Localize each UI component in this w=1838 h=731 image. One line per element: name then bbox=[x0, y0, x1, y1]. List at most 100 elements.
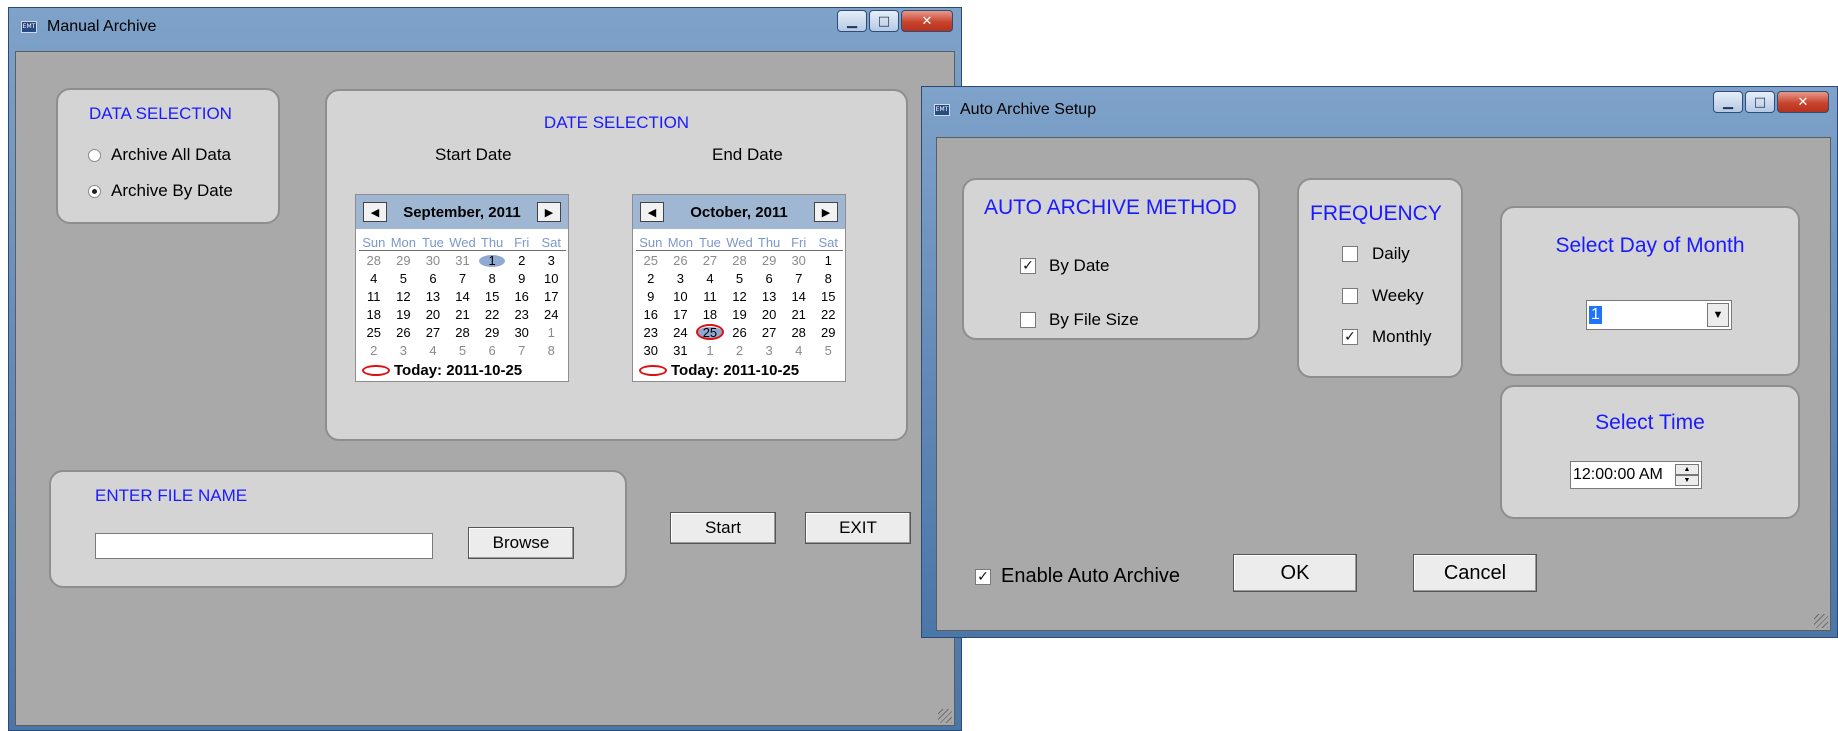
calendar-day[interactable]: 16 bbox=[507, 288, 537, 306]
calendar-day[interactable]: 2 bbox=[636, 270, 666, 288]
calendar-day[interactable]: 25 bbox=[636, 252, 666, 270]
calendar-day[interactable]: 30 bbox=[784, 252, 814, 270]
check-icon[interactable]: ✓ bbox=[1020, 258, 1036, 274]
calendar-day[interactable]: 24 bbox=[536, 306, 566, 324]
today-link[interactable]: Today: 2011-10-25 bbox=[362, 362, 522, 379]
calendar-day[interactable]: 8 bbox=[536, 342, 566, 360]
end-date-calendar[interactable]: ◀ October, 2011 ▶ Sun Mon Tue Wed Thu Fr… bbox=[632, 194, 846, 382]
radio-button-selected[interactable] bbox=[88, 184, 101, 198]
calendar-day[interactable]: 26 bbox=[725, 324, 755, 342]
calendar-day[interactable]: 10 bbox=[536, 270, 566, 288]
calendar-day[interactable]: 5 bbox=[725, 270, 755, 288]
calendar-day[interactable]: 12 bbox=[725, 288, 755, 306]
by-file-size-checkbox[interactable]: By File Size bbox=[1020, 310, 1139, 330]
resize-grip-icon[interactable] bbox=[938, 709, 952, 723]
calendar-day[interactable]: 4 bbox=[784, 342, 814, 360]
calendar-day[interactable]: 4 bbox=[418, 342, 448, 360]
chevron-left-icon[interactable]: ◀ bbox=[363, 202, 387, 222]
exit-button[interactable]: EXIT bbox=[805, 512, 911, 544]
calendar-day[interactable]: 1 bbox=[813, 252, 843, 270]
calendar-day[interactable]: 9 bbox=[636, 288, 666, 306]
checkbox-empty[interactable] bbox=[1342, 288, 1358, 304]
calendar-day[interactable]: 6 bbox=[477, 342, 507, 360]
weekly-checkbox[interactable]: Weeky bbox=[1342, 286, 1424, 306]
calendar-day[interactable]: 11 bbox=[695, 288, 725, 306]
calendar-day[interactable]: 3 bbox=[754, 342, 784, 360]
browse-button[interactable]: Browse bbox=[468, 527, 574, 559]
minimize-icon[interactable]: ▁ bbox=[837, 10, 867, 32]
calendar-day[interactable]: 15 bbox=[477, 288, 507, 306]
calendar-day[interactable]: 27 bbox=[695, 252, 725, 270]
ok-button[interactable]: OK bbox=[1233, 554, 1357, 592]
calendar-day[interactable]: 9 bbox=[507, 270, 537, 288]
maximize-icon[interactable]: □ bbox=[869, 10, 899, 32]
spin-down-icon[interactable]: ▼ bbox=[1675, 475, 1699, 486]
calendar-day[interactable]: 29 bbox=[389, 252, 419, 270]
calendar-day[interactable]: 1 bbox=[536, 324, 566, 342]
calendar-day[interactable]: 27 bbox=[418, 324, 448, 342]
calendar-day[interactable]: 29 bbox=[477, 324, 507, 342]
calendar-day[interactable]: 7 bbox=[448, 270, 478, 288]
daily-checkbox[interactable]: Daily bbox=[1342, 244, 1410, 264]
calendar-day[interactable]: 3 bbox=[666, 270, 696, 288]
close-icon[interactable]: ✕ bbox=[901, 10, 953, 32]
calendar-day[interactable]: 22 bbox=[813, 306, 843, 324]
calendar-day[interactable]: 17 bbox=[666, 306, 696, 324]
spin-up-icon[interactable]: ▲ bbox=[1675, 464, 1699, 475]
calendar-day[interactable]: 7 bbox=[507, 342, 537, 360]
calendar-day[interactable]: 21 bbox=[784, 306, 814, 324]
calendar-day[interactable]: 10 bbox=[666, 288, 696, 306]
calendar-day[interactable]: 17 bbox=[536, 288, 566, 306]
manual-archive-titlebar[interactable]: EMT Manual Archive ▁ □ ✕ bbox=[9, 8, 961, 46]
calendar-day[interactable]: 14 bbox=[448, 288, 478, 306]
minimize-icon[interactable]: ▁ bbox=[1713, 91, 1743, 113]
calendar-day[interactable]: 1 bbox=[477, 252, 507, 270]
checkbox-empty[interactable] bbox=[1020, 312, 1036, 328]
chevron-right-icon[interactable]: ▶ bbox=[814, 202, 838, 222]
calendar-day[interactable]: 18 bbox=[359, 306, 389, 324]
calendar-day[interactable]: 20 bbox=[754, 306, 784, 324]
calendar-day[interactable]: 19 bbox=[389, 306, 419, 324]
calendar-day[interactable]: 2 bbox=[359, 342, 389, 360]
calendar-day[interactable]: 24 bbox=[666, 324, 696, 342]
check-icon[interactable]: ✓ bbox=[975, 568, 991, 585]
calendar-day[interactable]: 18 bbox=[695, 306, 725, 324]
calendar-day[interactable]: 2 bbox=[507, 252, 537, 270]
check-icon[interactable]: ✓ bbox=[1342, 329, 1358, 345]
calendar-day[interactable]: 31 bbox=[448, 252, 478, 270]
calendar-day[interactable]: 1 bbox=[695, 342, 725, 360]
calendar-day[interactable]: 29 bbox=[813, 324, 843, 342]
day-of-month-select[interactable]: 1 ▼ bbox=[1586, 300, 1732, 330]
calendar-day[interactable]: 3 bbox=[536, 252, 566, 270]
calendar-day[interactable]: 30 bbox=[507, 324, 537, 342]
calendar-day[interactable]: 22 bbox=[477, 306, 507, 324]
today-link[interactable]: Today: 2011-10-25 bbox=[639, 362, 799, 379]
calendar-day[interactable]: 29 bbox=[754, 252, 784, 270]
resize-grip-icon[interactable] bbox=[1814, 614, 1828, 628]
calendar-day[interactable]: 6 bbox=[418, 270, 448, 288]
calendar-day[interactable]: 28 bbox=[448, 324, 478, 342]
radio-archive-all[interactable]: Archive All Data bbox=[88, 145, 231, 165]
calendar-day[interactable]: 7 bbox=[784, 270, 814, 288]
calendar-day[interactable]: 12 bbox=[389, 288, 419, 306]
calendar-day[interactable]: 13 bbox=[754, 288, 784, 306]
calendar-day[interactable]: 26 bbox=[389, 324, 419, 342]
calendar-day[interactable]: 19 bbox=[725, 306, 755, 324]
close-icon[interactable]: ✕ bbox=[1777, 91, 1829, 113]
calendar-day[interactable]: 28 bbox=[725, 252, 755, 270]
calendar-day[interactable]: 4 bbox=[359, 270, 389, 288]
calendar-month-title[interactable]: October, 2011 bbox=[667, 204, 811, 221]
start-date-calendar[interactable]: ◀ September, 2011 ▶ Sun Mon Tue Wed Thu … bbox=[355, 194, 569, 382]
calendar-day[interactable]: 8 bbox=[477, 270, 507, 288]
calendar-day[interactable]: 25 bbox=[695, 324, 725, 342]
maximize-icon[interactable]: □ bbox=[1745, 91, 1775, 113]
calendar-day[interactable]: 30 bbox=[636, 342, 666, 360]
calendar-day[interactable]: 20 bbox=[418, 306, 448, 324]
calendar-day[interactable]: 28 bbox=[784, 324, 814, 342]
cancel-button[interactable]: Cancel bbox=[1413, 554, 1537, 592]
calendar-day[interactable]: 27 bbox=[754, 324, 784, 342]
auto-archive-titlebar[interactable]: EMT Auto Archive Setup ▁ □ ✕ bbox=[922, 91, 1837, 129]
calendar-month-title[interactable]: September, 2011 bbox=[390, 204, 534, 221]
chevron-left-icon[interactable]: ◀ bbox=[640, 202, 664, 222]
calendar-day[interactable]: 2 bbox=[725, 342, 755, 360]
